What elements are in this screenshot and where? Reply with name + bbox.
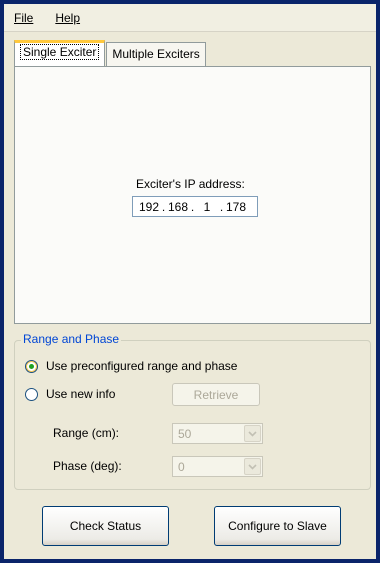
menu-help[interactable]: Help bbox=[53, 9, 82, 27]
menu-bar: File Help bbox=[4, 4, 376, 32]
ip-separator: . bbox=[219, 199, 224, 214]
range-label: Range (cm): bbox=[53, 426, 120, 440]
chevron-down-icon[interactable] bbox=[244, 458, 261, 475]
ip-address-input[interactable]: 192 . 168 . 1 . 178 bbox=[132, 196, 258, 217]
tab-multiple-exciters[interactable]: Multiple Exciters bbox=[106, 42, 206, 66]
ip-octet-3[interactable]: 1 bbox=[196, 200, 218, 214]
ip-separator: . bbox=[161, 199, 166, 214]
app-window: File Help Single Exciter Multiple Excite… bbox=[0, 0, 380, 563]
radio-preconfigured[interactable]: Use preconfigured range and phase bbox=[25, 359, 237, 373]
tab-strip: Single Exciter Multiple Exciters bbox=[14, 40, 207, 66]
radio-unchecked-icon[interactable] bbox=[25, 387, 38, 401]
check-status-label: Check Status bbox=[69, 519, 142, 533]
ip-octet-1[interactable]: 192 bbox=[138, 200, 160, 214]
phase-select[interactable]: 0 bbox=[172, 456, 263, 477]
phase-value: 0 bbox=[178, 460, 185, 474]
tab-single-exciter[interactable]: Single Exciter bbox=[14, 40, 106, 66]
range-phase-title: Range and Phase bbox=[21, 332, 122, 346]
range-value: 50 bbox=[178, 427, 192, 441]
tab-multiple-exciters-label: Multiple Exciters bbox=[112, 47, 200, 61]
menu-file[interactable]: File bbox=[12, 9, 35, 27]
radio-preconfigured-label: Use preconfigured range and phase bbox=[46, 359, 238, 373]
tab-single-exciter-label: Single Exciter bbox=[20, 44, 100, 60]
ip-address-label: Exciter's IP address: bbox=[136, 177, 245, 191]
range-phase-group: Range and Phase Use preconfigured range … bbox=[14, 332, 371, 490]
retrieve-button[interactable]: Retrieve bbox=[172, 383, 260, 406]
configure-to-slave-button[interactable]: Configure to Slave bbox=[214, 506, 341, 546]
radio-new-info[interactable]: Use new info bbox=[25, 387, 115, 401]
phase-label: Phase (deg): bbox=[53, 459, 122, 473]
retrieve-button-label: Retrieve bbox=[193, 387, 239, 402]
check-status-button[interactable]: Check Status bbox=[42, 506, 169, 546]
range-select[interactable]: 50 bbox=[172, 423, 263, 444]
single-exciter-panel: Exciter's IP address: 192 . 168 . 1 . 17… bbox=[14, 66, 371, 324]
radio-new-info-label: Use new info bbox=[46, 387, 116, 401]
configure-to-slave-label: Configure to Slave bbox=[228, 519, 327, 533]
ip-separator: . bbox=[190, 199, 195, 214]
chevron-down-icon[interactable] bbox=[244, 425, 261, 442]
ip-octet-4[interactable]: 178 bbox=[225, 200, 247, 214]
ip-octet-2[interactable]: 168 bbox=[167, 200, 189, 214]
radio-checked-icon[interactable] bbox=[25, 359, 38, 373]
